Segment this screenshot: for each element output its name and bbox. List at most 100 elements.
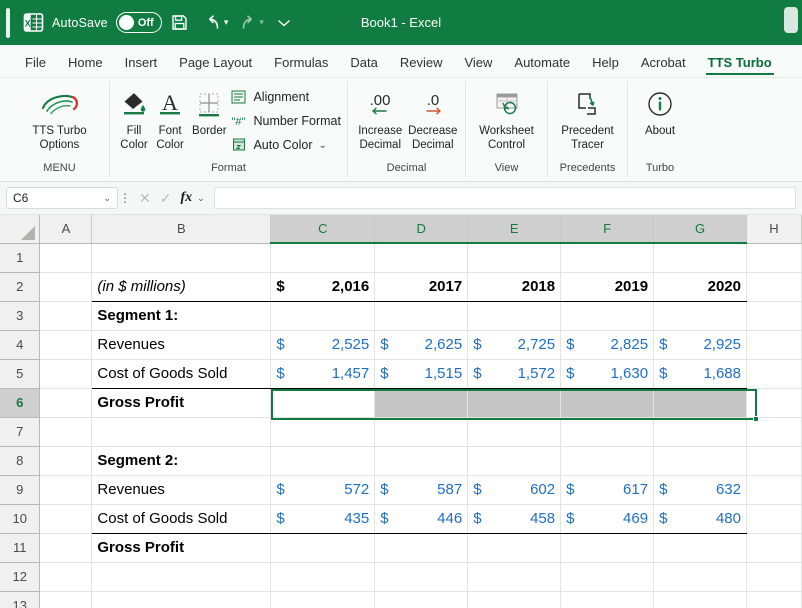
cell-B1[interactable] xyxy=(92,243,271,272)
cell-G5[interactable]: $1,688 xyxy=(654,359,747,388)
cell-E11[interactable] xyxy=(468,533,561,562)
cell-E9[interactable]: $602 xyxy=(468,475,561,504)
cell-G1[interactable] xyxy=(654,243,747,272)
cell-E5[interactable]: $1,572 xyxy=(468,359,561,388)
cell-C13[interactable] xyxy=(271,591,375,608)
cell-B13[interactable] xyxy=(92,591,271,608)
row-header-1[interactable]: 1 xyxy=(0,243,40,272)
cell-E7[interactable] xyxy=(468,417,561,446)
cell-B8[interactable]: Segment 2: xyxy=(92,446,271,475)
cell-D2[interactable]: 2017 xyxy=(375,272,468,301)
cell-D5[interactable]: $1,515 xyxy=(375,359,468,388)
cell-B12[interactable] xyxy=(92,562,271,591)
cell-E6[interactable] xyxy=(468,388,561,417)
column-header-c[interactable]: C xyxy=(271,215,375,243)
row-header-7[interactable]: 7 xyxy=(0,417,40,446)
alignment-button[interactable]: Alignment xyxy=(230,87,341,107)
tab-acrobat[interactable]: Acrobat xyxy=(630,51,697,77)
cell-A5[interactable] xyxy=(40,359,92,388)
tab-help[interactable]: Help xyxy=(581,51,630,77)
tab-formulas[interactable]: Formulas xyxy=(263,51,339,77)
cell-C2[interactable]: $2,016 xyxy=(271,272,375,301)
cell-H8[interactable] xyxy=(747,446,802,475)
cell-G3[interactable] xyxy=(654,301,747,330)
column-header-h[interactable]: H xyxy=(747,215,802,243)
row-header-8[interactable]: 8 xyxy=(0,446,40,475)
cell-E13[interactable] xyxy=(468,591,561,608)
cell-D11[interactable] xyxy=(375,533,468,562)
cell-A11[interactable] xyxy=(40,533,92,562)
cancel-x-icon[interactable]: ✕ xyxy=(139,190,151,207)
cell-F13[interactable] xyxy=(561,591,654,608)
cell-H1[interactable] xyxy=(747,243,802,272)
cell-E3[interactable] xyxy=(468,301,561,330)
cell-E12[interactable] xyxy=(468,562,561,591)
column-header-g[interactable]: G xyxy=(654,215,747,243)
column-header-f[interactable]: F xyxy=(561,215,654,243)
row-header-3[interactable]: 3 xyxy=(0,301,40,330)
row-header-6[interactable]: 6 xyxy=(0,388,40,417)
cell-D9[interactable]: $587 xyxy=(375,475,468,504)
row-header-5[interactable]: 5 xyxy=(0,359,40,388)
tab-file[interactable]: File xyxy=(14,51,57,77)
cell-F4[interactable]: $2,825 xyxy=(561,330,654,359)
cell-D7[interactable] xyxy=(375,417,468,446)
auto-color-button[interactable]: Auto Color ⌄ xyxy=(230,135,341,155)
cell-F11[interactable] xyxy=(561,533,654,562)
select-all-corner[interactable] xyxy=(0,215,40,243)
cell-F12[interactable] xyxy=(561,562,654,591)
cell-H10[interactable] xyxy=(747,504,802,533)
cell-F1[interactable] xyxy=(561,243,654,272)
decrease-decimal-button[interactable]: .0 Decrease Decimal xyxy=(407,81,460,152)
cell-B7[interactable] xyxy=(92,417,271,446)
cell-F2[interactable]: 2019 xyxy=(561,272,654,301)
cell-C7[interactable] xyxy=(271,417,375,446)
row-header-12[interactable]: 12 xyxy=(0,562,40,591)
about-button[interactable]: About xyxy=(634,81,686,139)
fill-color-button[interactable]: Fill Color xyxy=(116,81,152,152)
cell-G4[interactable]: $2,925 xyxy=(654,330,747,359)
cell-C1[interactable] xyxy=(271,243,375,272)
cell-A1[interactable] xyxy=(40,243,92,272)
cell-B4[interactable]: Revenues xyxy=(92,330,271,359)
border-button[interactable]: Border xyxy=(188,81,230,139)
save-icon[interactable] xyxy=(165,8,195,38)
cell-C10[interactable]: $435 xyxy=(271,504,375,533)
cell-C6[interactable] xyxy=(271,388,375,417)
cell-E8[interactable] xyxy=(468,446,561,475)
cell-C11[interactable] xyxy=(271,533,375,562)
row-header-11[interactable]: 11 xyxy=(0,533,40,562)
cell-B5[interactable]: Cost of Goods Sold xyxy=(92,359,271,388)
cell-H13[interactable] xyxy=(747,591,802,608)
tab-page-layout[interactable]: Page Layout xyxy=(168,51,263,77)
cell-A2[interactable] xyxy=(40,272,92,301)
cell-H9[interactable] xyxy=(747,475,802,504)
cell-C9[interactable]: $572 xyxy=(271,475,375,504)
row-header-4[interactable]: 4 xyxy=(0,330,40,359)
cell-F6[interactable] xyxy=(561,388,654,417)
cell-B2[interactable]: (in $ millions) xyxy=(92,272,271,301)
formula-input[interactable] xyxy=(214,187,796,209)
cell-H3[interactable] xyxy=(747,301,802,330)
cell-A12[interactable] xyxy=(40,562,92,591)
name-box[interactable]: C6 ⌄ xyxy=(6,187,118,209)
cell-C4[interactable]: $2,525 xyxy=(271,330,375,359)
cell-F5[interactable]: $1,630 xyxy=(561,359,654,388)
cell-B11[interactable]: Gross Profit xyxy=(92,533,271,562)
cell-G13[interactable] xyxy=(654,591,747,608)
tab-data[interactable]: Data xyxy=(339,51,388,77)
cell-G7[interactable] xyxy=(654,417,747,446)
formula-bar-more-icon[interactable]: ⋮ xyxy=(118,191,132,205)
cell-F3[interactable] xyxy=(561,301,654,330)
tab-home[interactable]: Home xyxy=(57,51,114,77)
cell-A10[interactable] xyxy=(40,504,92,533)
insert-function-caret-icon[interactable]: ⌄ xyxy=(197,193,205,204)
cell-H5[interactable] xyxy=(747,359,802,388)
cell-G11[interactable] xyxy=(654,533,747,562)
column-header-b[interactable]: B xyxy=(92,215,271,243)
cell-C5[interactable]: $1,457 xyxy=(271,359,375,388)
cell-B3[interactable]: Segment 1: xyxy=(92,301,271,330)
row-header-13[interactable]: 13 xyxy=(0,591,40,608)
cell-F9[interactable]: $617 xyxy=(561,475,654,504)
cell-E10[interactable]: $458 xyxy=(468,504,561,533)
